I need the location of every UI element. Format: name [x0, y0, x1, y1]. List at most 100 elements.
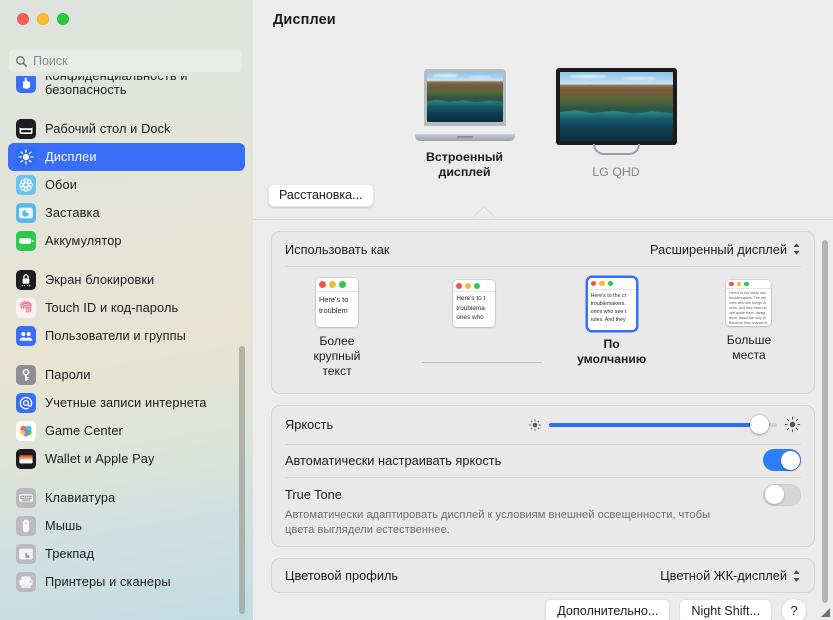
- search-icon: [16, 55, 28, 67]
- true-tone-description: Автоматически адаптировать дисплей к усл…: [285, 508, 711, 536]
- display-arrangement-card: Использовать как Расширенный дисплей Her…: [271, 231, 815, 394]
- settings-scroll-area: Использовать как Расширенный дисплей Her…: [253, 220, 833, 620]
- sidebar-item-label: Пользователи и группы: [45, 327, 186, 343]
- search-field[interactable]: [8, 49, 243, 73]
- sidebar-item-screensaver[interactable]: Заставка: [8, 199, 245, 227]
- color-profile-label: Цветовой профиль: [285, 568, 399, 584]
- scale-option-more-space[interactable]: Here's to the crazy one troublemakers. T…: [706, 278, 792, 363]
- sidebar-item-label: Аккумулятор: [45, 232, 122, 248]
- sidebar-item-users-groups[interactable]: Пользователи и группы: [8, 322, 245, 350]
- sidebar-item-label: Учетные записи интернета: [45, 394, 207, 410]
- laptop-thumbnail: [414, 69, 515, 142]
- close-button[interactable]: [17, 13, 29, 25]
- night-shift-button[interactable]: Night Shift...: [679, 598, 772, 620]
- scale-preview: Here's to the cr troublemakers. ones who…: [587, 278, 636, 330]
- chevron-updown-icon: [792, 569, 801, 583]
- auto-brightness-toggle[interactable]: [763, 449, 801, 472]
- scale-caption: По умолчанию: [577, 337, 647, 366]
- use-as-popup[interactable]: Расширенный дисплей: [650, 242, 801, 257]
- help-button[interactable]: ?: [781, 598, 807, 620]
- game-center-icon: [16, 421, 36, 441]
- display-option-builtin[interactable]: Встроенный дисплей: [410, 69, 520, 180]
- color-profile-value: Цветной ЖК-дисплей: [660, 568, 787, 584]
- sidebar-item-printers-scanners[interactable]: Принтеры и сканеры: [8, 568, 245, 596]
- sidebar-item-touch-id[interactable]: Touch ID и код-пароль: [8, 294, 245, 322]
- sidebar-item-privacy[interactable]: Конфиденциальность и безопасность: [8, 76, 245, 104]
- sidebar-item-label: Touch ID и код-пароль: [45, 299, 179, 315]
- page-title: Дисплеи: [273, 12, 336, 28]
- monitor-thumbnail: [555, 68, 677, 156]
- brightness-icon: [16, 147, 36, 167]
- sidebar-item-battery[interactable]: Аккумулятор: [8, 227, 245, 255]
- scale-caption: Более крупный текст: [313, 334, 361, 378]
- sidebar-item-desktop-dock[interactable]: Рабочий стол и Dock: [8, 115, 245, 143]
- zoom-button[interactable]: [57, 13, 69, 25]
- keyboard-icon: [16, 488, 36, 508]
- color-profile-card: Цветовой профиль Цветной ЖК-дисплей: [271, 558, 815, 594]
- sidebar-item-mouse[interactable]: Мышь: [8, 512, 245, 540]
- auto-brightness-row: Автоматически настраивать яркость: [272, 443, 814, 477]
- sidebar-item-label: Мышь: [45, 517, 83, 533]
- sidebar-item-label: Конфиденциальность и безопасность: [45, 76, 187, 97]
- sidebar-item-label: Принтеры и сканеры: [45, 573, 171, 589]
- auto-brightness-label: Автоматически настраивать яркость: [285, 452, 502, 468]
- search-input[interactable]: [33, 54, 236, 68]
- sun-small-icon: [529, 418, 541, 431]
- main-content: Дисплеи Встроенный дисплей LG QHD Расста…: [253, 0, 833, 620]
- color-profile-row[interactable]: Цветовой профиль Цветной ЖК-дисплей: [272, 559, 814, 592]
- display-label: Встроенный дисплей: [425, 150, 504, 179]
- brightness-track[interactable]: [549, 415, 777, 435]
- at-sign-icon: [16, 393, 36, 413]
- brightness-slider[interactable]: [528, 415, 801, 435]
- scale-track-line: [422, 362, 542, 363]
- sun-large-icon: [784, 416, 801, 433]
- use-as-row[interactable]: Использовать как Расширенный дисплей: [272, 232, 814, 266]
- printer-icon: [16, 572, 36, 592]
- sidebar-scrollbar[interactable]: [239, 346, 245, 614]
- brightness-card: Яркость Автоматически настраивать яркост…: [271, 404, 815, 548]
- sidebar-item-trackpad[interactable]: Трекпад: [8, 540, 245, 568]
- sidebar-item-label: Заставка: [45, 204, 100, 220]
- scale-option-larger-text[interactable]: Here's to troublem Более крупный текст: [294, 278, 380, 379]
- scale-option-default[interactable]: Here's to the cr troublemakers. ones who…: [569, 278, 655, 367]
- brightness-row: Яркость: [272, 406, 814, 444]
- sidebar-item-keyboard[interactable]: Клавиатура: [8, 484, 245, 512]
- scale-caption: Больше места: [726, 333, 772, 362]
- true-tone-toggle[interactable]: [763, 483, 801, 506]
- sidebar-item-internet-accounts[interactable]: Учетные записи интернета: [8, 389, 245, 417]
- arrange-displays-button[interactable]: Расстановка...: [268, 184, 374, 207]
- battery-icon: [16, 231, 36, 251]
- color-profile-popup[interactable]: Цветной ЖК-дисплей: [660, 568, 801, 583]
- wallet-icon: [16, 449, 36, 469]
- use-as-value: Расширенный дисплей: [650, 241, 787, 257]
- brightness-knob[interactable]: [749, 415, 769, 435]
- scale-option-large-text[interactable]: Here's to t troublema ones who: [431, 278, 517, 334]
- resize-grip[interactable]: [819, 606, 831, 618]
- scale-preview: Here's to the crazy one troublemakers. T…: [726, 280, 772, 326]
- advanced-button[interactable]: Дополнительно...: [545, 598, 671, 620]
- screensaver-icon: [16, 203, 36, 223]
- displays-picker: Встроенный дисплей LG QHD Расстановка...: [253, 40, 833, 223]
- sidebar-item-game-center[interactable]: Game Center: [8, 417, 245, 445]
- main-scrollbar[interactable]: [822, 240, 828, 603]
- sidebar-item-label: Wallet и Apple Pay: [45, 450, 155, 466]
- scale-preview: Here's to troublem: [316, 278, 358, 327]
- sidebar-item-label: Пароли: [45, 366, 91, 382]
- sidebar-item-label: Трекпад: [45, 545, 95, 561]
- sidebar-item-lock-screen[interactable]: Экран блокировки: [8, 266, 245, 294]
- hand-raised-icon: [16, 76, 36, 93]
- sidebar-item-wallet-apple-pay[interactable]: Wallet и Apple Pay: [8, 445, 245, 473]
- chevron-updown-icon: [792, 242, 801, 256]
- display-label: LG QHD: [592, 165, 640, 179]
- minimize-button[interactable]: [37, 13, 49, 25]
- touch-id-icon: [16, 298, 36, 318]
- sidebar-item-displays[interactable]: Дисплеи: [8, 143, 245, 171]
- sidebar-item-passwords[interactable]: Пароли: [8, 361, 245, 389]
- sidebar-item-wallpaper[interactable]: Обои: [8, 171, 245, 199]
- sidebar: Конфиденциальность и безопасность Рабочи…: [0, 0, 253, 620]
- dock-icon: [16, 119, 36, 139]
- display-option-lg-qhd[interactable]: LG QHD: [555, 68, 677, 180]
